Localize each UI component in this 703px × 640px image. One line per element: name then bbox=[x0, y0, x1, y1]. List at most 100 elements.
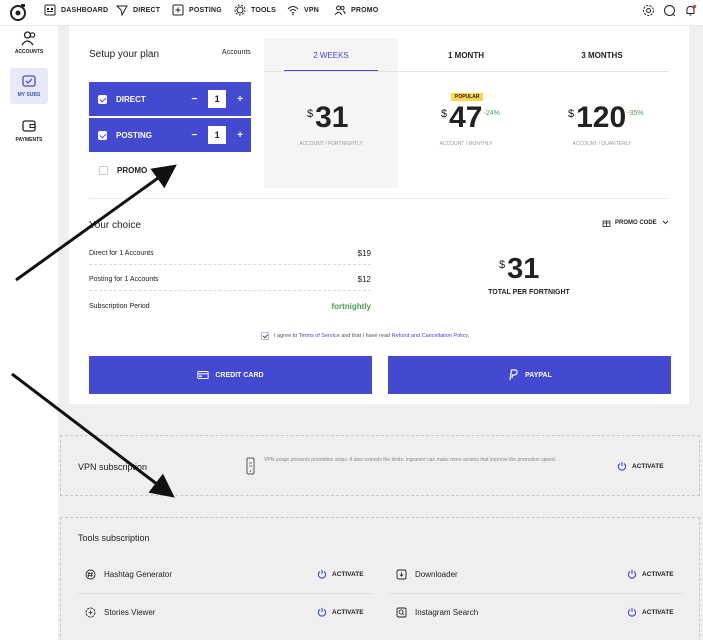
direct-quantity-stepper: − 1 + bbox=[191, 90, 243, 108]
terms-of-service-link[interactable]: Terms of Service bbox=[299, 333, 340, 339]
price-amount: 120 bbox=[576, 101, 627, 134]
app-logo-icon[interactable] bbox=[8, 2, 28, 22]
price-2-weeks[interactable]: $ 31 bbox=[307, 102, 349, 134]
tool-label: Downloader bbox=[415, 570, 458, 579]
tool-label: Instagram Search bbox=[415, 608, 479, 617]
accounts-column-label: Accounts bbox=[222, 49, 251, 56]
gift-icon bbox=[602, 220, 611, 227]
paypal-button[interactable]: PAYPAL bbox=[388, 356, 671, 394]
hashtag-activate-button[interactable]: ACTIVATE bbox=[317, 569, 364, 579]
sidebar-item-label: ACCOUNTS bbox=[14, 49, 44, 55]
option-posting[interactable]: POSTING − 1 + bbox=[89, 118, 251, 152]
chat-icon[interactable] bbox=[663, 4, 676, 17]
paypal-icon bbox=[509, 369, 518, 381]
tool-divider bbox=[389, 593, 684, 594]
tool-label: Stories Viewer bbox=[104, 608, 156, 617]
downloader-activate-button[interactable]: ACTIVATE bbox=[627, 569, 674, 579]
vpn-description: VPN usage prevents promotion stops. It a… bbox=[264, 457, 557, 463]
power-icon bbox=[617, 461, 627, 471]
vpn-activate-button[interactable]: ACTIVATE bbox=[617, 461, 664, 471]
nav-tools-label: TOOLS bbox=[251, 6, 276, 14]
promo-code-toggle[interactable]: PROMO CODE bbox=[602, 218, 670, 227]
promo-code-label: PROMO CODE bbox=[615, 219, 657, 226]
tool-divider bbox=[78, 593, 373, 594]
tool-stories-viewer: Stories Viewer bbox=[85, 607, 155, 618]
choice-row-label: Subscription Period bbox=[89, 302, 150, 310]
price-discount: -24% bbox=[483, 110, 500, 117]
nav-promo-label: PROMO bbox=[351, 6, 379, 14]
power-icon bbox=[317, 607, 327, 617]
section-divider bbox=[89, 198, 669, 199]
nav-direct[interactable]: DIRECT bbox=[116, 0, 160, 20]
top-navbar: DASHBOARD DIRECT POSTING TOOLS VPN PROMO bbox=[0, 0, 703, 26]
tab-3-months[interactable]: 3 MONTHS bbox=[547, 51, 657, 60]
price-3-months-sub: ACCOUNT / QUARTERLY bbox=[572, 141, 632, 147]
paypal-label: PAYPAL bbox=[525, 371, 552, 379]
direct-minus-button[interactable]: − bbox=[191, 94, 197, 105]
your-choice-title: Your choice bbox=[89, 220, 141, 231]
plus-square-icon bbox=[172, 4, 184, 16]
sidebar-item-my-subs[interactable]: MY SUBS bbox=[10, 68, 48, 104]
tabs-divider bbox=[264, 71, 669, 72]
choice-row-posting: Posting for 1 Accounts $12 bbox=[89, 269, 371, 291]
choice-row-value: fortnightly bbox=[331, 301, 371, 311]
choice-row-period: Subscription Period fortnightly bbox=[89, 295, 371, 317]
terms-agreement: I agree to Terms of Service and that I h… bbox=[261, 332, 469, 340]
agree-suffix: . bbox=[467, 333, 470, 339]
choice-row-value: $19 bbox=[357, 249, 371, 258]
download-icon bbox=[396, 569, 407, 580]
nav-posting[interactable]: POSTING bbox=[172, 0, 222, 20]
sidebar-item-accounts[interactable]: ACCOUNTS bbox=[10, 30, 48, 55]
direct-checkbox[interactable] bbox=[98, 94, 107, 104]
activate-label: ACTIVATE bbox=[332, 608, 364, 616]
direct-quantity-value[interactable]: 1 bbox=[208, 90, 227, 108]
price-amount: 47 bbox=[449, 101, 483, 134]
option-promo[interactable]: PROMO bbox=[99, 166, 147, 175]
posting-quantity-value[interactable]: 1 bbox=[208, 126, 227, 144]
direct-plus-button[interactable]: + bbox=[237, 94, 243, 105]
promo-checkbox[interactable] bbox=[99, 166, 108, 175]
promo-users-icon bbox=[334, 5, 346, 16]
stories-activate-button[interactable]: ACTIVATE bbox=[317, 607, 364, 617]
nav-tools[interactable]: TOOLS bbox=[234, 0, 276, 20]
posting-checkbox[interactable] bbox=[98, 130, 107, 140]
choice-row-direct: Direct for 1 Accounts $19 bbox=[89, 243, 371, 265]
tool-instagram-search: Instagram Search bbox=[396, 607, 478, 618]
plan-card: Setup your plan Accounts DIRECT − 1 + PO… bbox=[69, 26, 689, 404]
nav-vpn[interactable]: VPN bbox=[287, 0, 319, 20]
nav-dashboard[interactable]: DASHBOARD bbox=[44, 0, 108, 20]
credit-card-button[interactable]: CREDIT CARD bbox=[89, 356, 372, 394]
posting-minus-button[interactable]: − bbox=[191, 130, 197, 141]
settings-gear-icon[interactable] bbox=[642, 4, 655, 17]
posting-quantity-stepper: − 1 + bbox=[191, 126, 243, 144]
option-direct[interactable]: DIRECT − 1 + bbox=[89, 82, 251, 116]
tools-subscription-card: Tools subscription Hashtag Generator ACT… bbox=[60, 517, 700, 640]
subscriptions-icon bbox=[22, 75, 36, 87]
choice-row-label: Direct for 1 Accounts bbox=[89, 250, 154, 257]
tab-1-month[interactable]: 1 MONTH bbox=[411, 51, 521, 60]
activate-label: ACTIVATE bbox=[642, 570, 674, 578]
total-amount: 31 bbox=[507, 253, 540, 285]
agree-checkbox[interactable] bbox=[261, 332, 269, 340]
nav-posting-label: POSTING bbox=[189, 6, 222, 14]
tab-2-weeks[interactable]: 2 WEEKS bbox=[276, 51, 386, 60]
activate-label: ACTIVATE bbox=[332, 570, 364, 578]
choice-row-label: Posting for 1 Accounts bbox=[89, 276, 159, 283]
bell-icon[interactable] bbox=[684, 4, 697, 17]
chevron-down-icon bbox=[662, 220, 668, 225]
option-posting-label: POSTING bbox=[116, 130, 153, 140]
activate-label: ACTIVATE bbox=[642, 608, 674, 616]
price-1-month[interactable]: $ 47 -24% bbox=[441, 102, 500, 134]
sidebar-item-payments[interactable]: PAYMENTS bbox=[10, 118, 48, 143]
price-3-months[interactable]: $ 120 -35% bbox=[568, 102, 644, 134]
search-activate-button[interactable]: ACTIVATE bbox=[627, 607, 674, 617]
price-1-month-sub: ACCOUNT / MONTHLY bbox=[439, 141, 493, 147]
nav-vpn-label: VPN bbox=[304, 6, 319, 14]
phone-icon bbox=[246, 457, 255, 475]
posting-plus-button[interactable]: + bbox=[237, 130, 243, 141]
refund-policy-link[interactable]: Refund and Cancellation Policy bbox=[392, 333, 468, 339]
price-amount: 31 bbox=[315, 101, 349, 134]
send-icon bbox=[116, 5, 128, 16]
nav-promo[interactable]: PROMO bbox=[334, 0, 378, 20]
sidebar-item-label: MY SUBS bbox=[17, 92, 41, 98]
